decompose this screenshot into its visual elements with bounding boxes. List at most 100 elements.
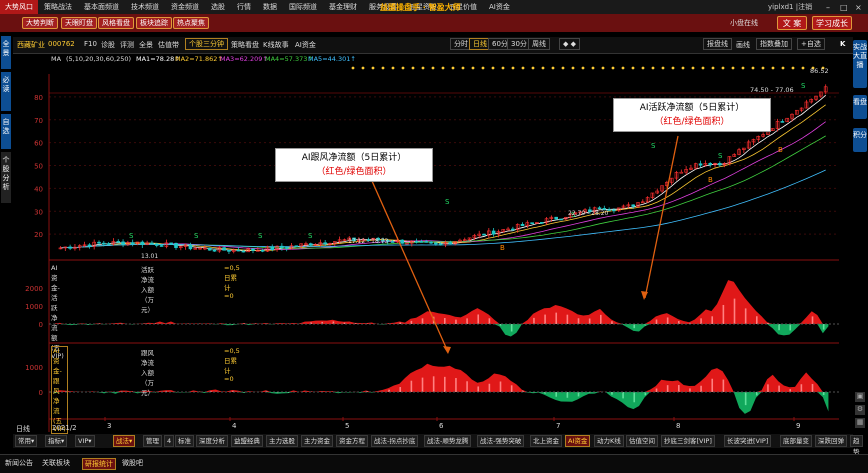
indicator-tab[interactable]: AI资金	[565, 435, 591, 447]
sell-marker: S	[445, 198, 450, 206]
candle-body	[169, 242, 173, 245]
indicator-tab[interactable]: 主力选股	[266, 435, 298, 447]
stock-tab[interactable]: 估值带	[158, 40, 179, 50]
info-tab[interactable]: 新闻公告	[3, 458, 35, 470]
menu-item[interactable]: 基本面频道	[78, 2, 125, 12]
side-tab-points[interactable]: 积分	[853, 128, 867, 152]
user-account[interactable]: yiplxd1 |注销	[768, 2, 812, 12]
menu-item[interactable]: 数据	[257, 2, 283, 12]
candle-body	[400, 239, 404, 244]
menu-item[interactable]: 资金频道	[165, 2, 205, 12]
grid-icon[interactable]: ▦	[855, 418, 865, 428]
quick-button[interactable]: 天眼盯盘	[61, 17, 97, 29]
panel1-bar	[533, 317, 535, 324]
candle-body	[597, 207, 602, 210]
menu-item[interactable]: 选股	[205, 2, 231, 12]
side-tab-live[interactable]: 实战大直播	[853, 40, 867, 88]
stock-tab[interactable]: 诊股	[101, 40, 115, 50]
indicator-tab[interactable]: 主力资金	[301, 435, 333, 447]
stock-tab[interactable]: K线故事	[263, 40, 289, 50]
side-tab-panorama[interactable]: 全景	[1, 36, 11, 70]
panel2-bar	[711, 378, 714, 392]
indicator-tab[interactable]: 深跌回弹	[815, 435, 847, 447]
price-line-dropdown[interactable]: 报盘线	[703, 38, 732, 50]
panel2-bar	[822, 392, 825, 396]
indicator-tab[interactable]: 北上资金	[530, 435, 562, 447]
stock-tab[interactable]: 全景	[139, 40, 153, 50]
close-icon[interactable]: ×	[855, 3, 862, 12]
add-watchlist-button[interactable]: +自选	[797, 38, 825, 50]
indicator-tab[interactable]: 抄底三剑客[VIP]	[661, 435, 715, 447]
side-tab-watchlist[interactable]: 自选	[1, 114, 11, 150]
stock-code: 000762	[48, 40, 75, 48]
menu-item[interactable]: 策略战法	[38, 2, 78, 12]
indicator-tab[interactable]: 4	[164, 435, 175, 447]
signal-dot	[631, 66, 635, 70]
stock-tab-selected[interactable]: 个股三分钟	[185, 38, 228, 50]
candle-body	[270, 246, 275, 250]
indicator-tab[interactable]: 战法-强势突破	[477, 435, 525, 447]
info-tab-selected[interactable]: 研报统计	[82, 458, 116, 470]
indicator-tab[interactable]: 底部量变	[780, 435, 812, 447]
draw-line-button[interactable]: 画线	[736, 40, 750, 50]
side-tab-must-read[interactable]: 必读	[1, 72, 11, 112]
menu-item[interactable]: AI资金	[483, 2, 516, 12]
settings-icon[interactable]: ⚙	[855, 405, 865, 415]
period-tab[interactable]: 周线	[528, 38, 550, 50]
learning-button[interactable]: 学习成长	[812, 16, 852, 30]
indicator-group-dropdown[interactable]: VIP▾	[75, 435, 95, 447]
candle-body	[212, 249, 217, 252]
maximize-icon[interactable]: □	[840, 3, 848, 12]
indicator-tab[interactable]: 战法-拐点抄底	[371, 435, 419, 447]
signal-dot	[401, 66, 405, 70]
indicator-tab[interactable]: 资金方程	[336, 435, 368, 447]
candle-body	[559, 218, 563, 221]
stock-tab[interactable]: F10	[84, 40, 97, 48]
k-button[interactable]: K	[840, 40, 845, 48]
panel2-bar	[756, 392, 758, 396]
panel2-bar	[622, 392, 624, 399]
x-axis-period[interactable]: 日线	[16, 424, 30, 434]
panel1-bar	[421, 318, 424, 324]
indicator-tab[interactable]: 益盟经典	[231, 435, 263, 447]
quick-button[interactable]: 风格看盘	[98, 17, 134, 29]
menu-item[interactable]: 基金理财	[323, 2, 363, 12]
panel1-bar	[666, 317, 669, 324]
info-tab[interactable]: 微股吧	[120, 458, 145, 470]
panel1-bar	[455, 319, 457, 324]
indicator-tab[interactable]: 估值空间	[626, 435, 658, 447]
indicator-group-dropdown[interactable]: 常用▾	[15, 435, 38, 447]
info-tab[interactable]: 关联板块	[40, 458, 72, 470]
wenan-button[interactable]: 文 案	[777, 16, 807, 30]
side-tab-watch[interactable]: 看盘	[853, 95, 867, 119]
index-overlay-dropdown[interactable]: 指数叠加	[756, 38, 792, 50]
stock-tab[interactable]: 策略看盘	[231, 40, 259, 50]
menu-item[interactable]: 国际频道	[283, 2, 323, 12]
indicator-tab[interactable]: 战法-顺势龙腾	[424, 435, 472, 447]
quick-button[interactable]: 板块追踪	[136, 17, 172, 29]
indicator-tab[interactable]: 标准	[175, 435, 194, 447]
brand-tab[interactable]: 大势风口	[0, 0, 38, 14]
indicator-tab[interactable]: 长波突进[VIP]	[724, 435, 772, 447]
stock-tab[interactable]: 评测	[120, 40, 134, 50]
candle-body	[438, 243, 443, 246]
lock-icon[interactable]: ▣	[855, 392, 865, 402]
stock-tab[interactable]: AI资金	[295, 40, 316, 50]
indicator-group-dropdown[interactable]: 指标▾	[45, 435, 68, 447]
minimize-icon[interactable]: –	[826, 3, 830, 12]
quick-button[interactable]: 大势判断	[22, 17, 58, 29]
candle-body	[241, 250, 246, 253]
candle-body	[121, 241, 125, 245]
side-tab-stock-analysis[interactable]: 个股分析	[1, 152, 11, 204]
indicator-tab[interactable]: 趋势回踩	[850, 435, 863, 473]
period-prev-next[interactable]: ◆ ◆	[559, 38, 580, 50]
panel2-title[interactable]: AI资金-跟风净流(五VIP)	[51, 346, 68, 434]
quick-button[interactable]: 热点聚焦	[173, 17, 209, 29]
indicator-group-dropdown[interactable]: 战法▾	[113, 435, 136, 447]
indicator-tab[interactable]: 深度分析	[196, 435, 228, 447]
indicator-tab[interactable]: 管理	[143, 435, 162, 447]
menu-item[interactable]: 行情	[231, 2, 257, 12]
menu-item[interactable]: 技术频道	[125, 2, 165, 12]
panel1-bar	[510, 324, 513, 332]
indicator-tab[interactable]: 动力K线	[594, 435, 624, 447]
